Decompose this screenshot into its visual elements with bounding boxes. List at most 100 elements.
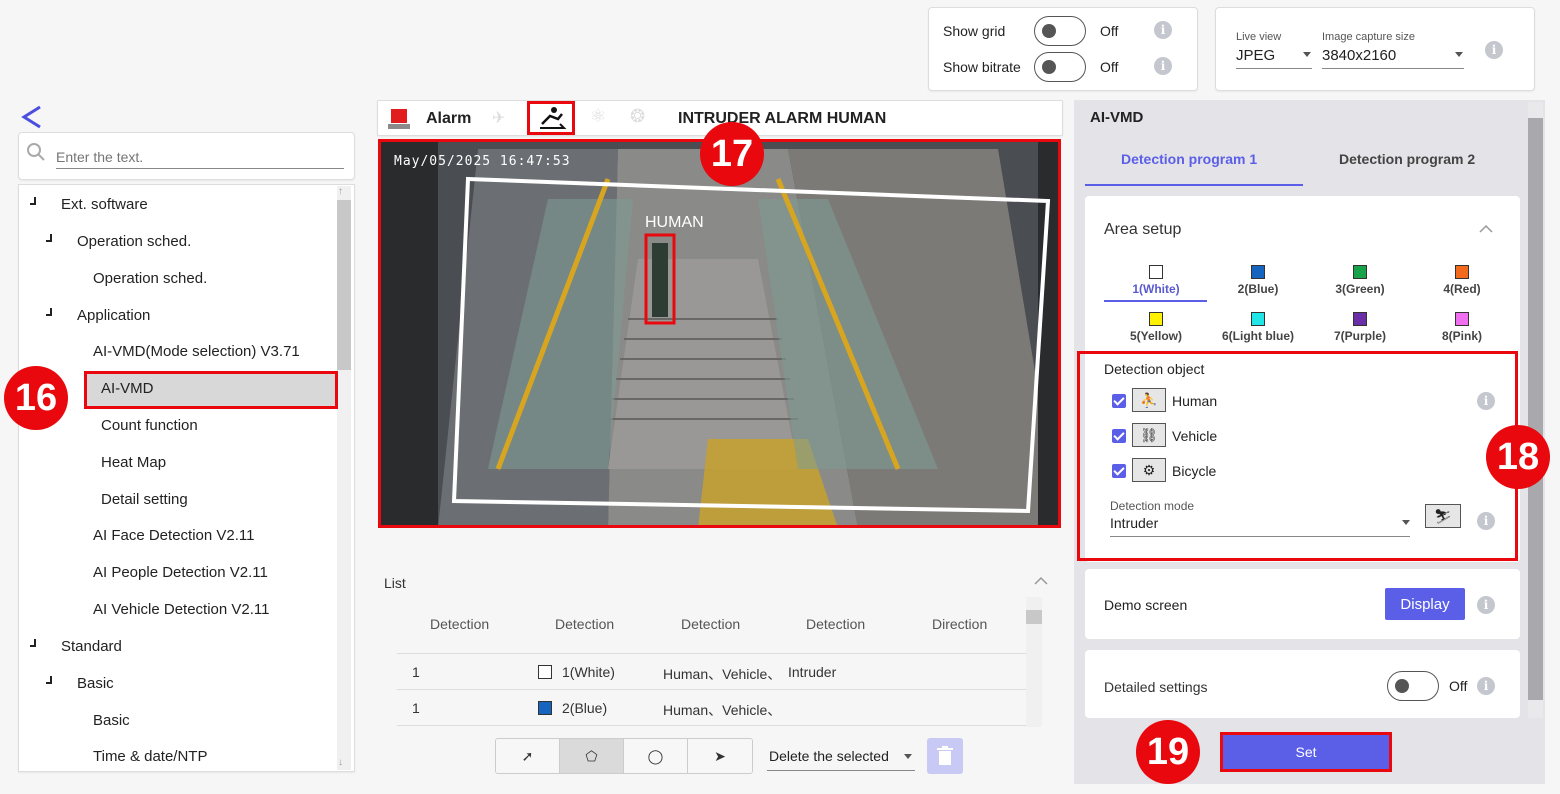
alarm-light-icon <box>387 108 411 130</box>
intruder-faded-icon: ✈ <box>492 110 506 127</box>
polygon-tool-icon[interactable]: ⬠ <box>560 739 624 773</box>
walk-faded-icon: ❂ <box>630 106 646 126</box>
sidebar-item-ai-vmd-mode[interactable]: AI-VMD(Mode selection) V3.71 <box>93 343 300 360</box>
column-header: Detection <box>430 616 490 632</box>
bicycle-faded-icon: ⚛ <box>590 106 607 126</box>
row-number: 1 <box>412 664 420 680</box>
area-label[interactable]: 1(White) <box>1111 282 1201 296</box>
area-label[interactable]: 8(Pink) <box>1417 329 1507 343</box>
capture-size-label: Image capture size <box>1322 31 1415 43</box>
info-icon[interactable]: i <box>1477 596 1495 614</box>
area-swatch-red[interactable] <box>1455 265 1469 279</box>
capture-size-underline <box>1322 68 1464 69</box>
row-mode: Intruder <box>788 664 837 680</box>
area-swatch-yellow[interactable] <box>1149 312 1163 326</box>
intruder-active-icon <box>527 101 575 135</box>
detailed-settings-label: Detailed settings <box>1104 679 1208 695</box>
area-swatch-green[interactable] <box>1353 265 1367 279</box>
area-swatch-purple[interactable] <box>1353 312 1367 326</box>
show-bitrate-state: Off <box>1100 59 1119 75</box>
area-label[interactable]: 3(Green) <box>1315 282 1405 296</box>
area-swatch-white[interactable] <box>1149 265 1163 279</box>
area-label[interactable]: 5(Yellow) <box>1111 329 1201 343</box>
column-header: Detection <box>555 616 615 632</box>
info-icon[interactable]: i <box>1154 57 1172 75</box>
column-header: Direction <box>932 616 988 632</box>
sidebar-item-ext-software[interactable]: Ext. software <box>61 196 148 213</box>
area-color-swatch <box>538 701 552 715</box>
sidebar-scroll-thumb[interactable] <box>337 200 351 370</box>
area-swatch-pink[interactable] <box>1455 312 1469 326</box>
chevron-up-icon[interactable] <box>1478 222 1494 236</box>
area-label[interactable]: 4(Red) <box>1417 282 1507 296</box>
detailed-settings-state: Off <box>1449 678 1468 694</box>
row-area: 1(White) <box>562 664 615 680</box>
sidebar-item-operation-sched-group[interactable]: Operation sched. <box>77 233 191 250</box>
sidebar-item-time-date[interactable]: Time & date/NTP <box>93 748 207 765</box>
sidebar-item-heat-map[interactable]: Heat Map <box>101 454 166 471</box>
area-swatch-light-blue[interactable] <box>1251 312 1265 326</box>
collapse-icon[interactable] <box>30 639 36 647</box>
sidebar-item-standard[interactable]: Standard <box>61 638 122 655</box>
sidebar-item-application[interactable]: Application <box>77 307 150 324</box>
collapse-icon[interactable] <box>46 676 52 684</box>
column-header: Detection <box>681 616 741 632</box>
chevron-up-icon[interactable] <box>1033 574 1049 588</box>
row-objects: Human、Vehicle、 <box>663 666 782 682</box>
trash-icon[interactable] <box>927 738 963 774</box>
show-bitrate-label: Show bitrate <box>943 59 1021 75</box>
alarm-text: INTRUDER ALARM HUMAN <box>678 110 887 127</box>
sidebar-item-ai-face[interactable]: AI Face Detection V2.11 <box>93 527 254 544</box>
area-color-swatch <box>538 665 552 679</box>
area-label[interactable]: 6(Light blue) <box>1213 329 1303 343</box>
row-objects: Human、Vehicle、 <box>663 702 782 718</box>
capture-size-select[interactable]: 3840x2160 <box>1322 47 1396 64</box>
sidebar-item-ai-vehicle[interactable]: AI Vehicle Detection V2.11 <box>93 601 270 618</box>
search-icon <box>26 142 46 162</box>
collapse-icon[interactable] <box>46 234 52 242</box>
scroll-up-icon[interactable]: ↑ <box>338 186 343 197</box>
sidebar-item-basic[interactable]: Basic <box>93 712 130 729</box>
divider <box>397 725 1026 726</box>
tab-detection-program-2[interactable]: Detection program 2 <box>1339 151 1475 167</box>
live-view-select[interactable]: JPEG <box>1236 47 1275 64</box>
highlight-box <box>84 371 338 409</box>
collapse-icon[interactable] <box>46 308 52 316</box>
mask-tool-icon[interactable]: ◯ <box>624 739 688 773</box>
area-swatch-blue[interactable] <box>1251 265 1265 279</box>
chevron-down-icon <box>1455 52 1463 57</box>
search-input[interactable] <box>56 145 344 169</box>
delete-selected-dropdown[interactable]: Delete the selected <box>769 748 889 764</box>
display-button[interactable]: Display <box>1385 588 1465 620</box>
collapse-icon[interactable] <box>30 197 36 205</box>
show-grid-toggle[interactable] <box>1034 16 1086 46</box>
demo-screen-label: Demo screen <box>1104 597 1188 613</box>
pointer-tool-icon[interactable]: ➤ <box>688 739 752 773</box>
back-arrow-icon[interactable] <box>18 104 46 130</box>
callout-badge: 17 <box>700 122 764 186</box>
show-bitrate-toggle[interactable] <box>1034 52 1086 82</box>
area-label[interactable]: 7(Purple) <box>1315 329 1405 343</box>
info-icon[interactable]: i <box>1477 677 1495 695</box>
sidebar-item-count-function[interactable]: Count function <box>101 417 198 434</box>
sidebar-item-ai-people[interactable]: AI People Detection V2.11 <box>93 564 268 581</box>
info-icon[interactable]: i <box>1154 21 1172 39</box>
callout-badge: 18 <box>1486 425 1550 489</box>
line-tool-icon[interactable]: ➚ <box>496 739 560 773</box>
show-grid-label: Show grid <box>943 23 1006 39</box>
panel-scroll-thumb[interactable] <box>1528 118 1543 700</box>
list-scroll-thumb[interactable] <box>1026 610 1042 624</box>
tab-detection-program-1[interactable]: Detection program 1 <box>1121 151 1257 167</box>
scroll-down-icon[interactable]: ↓ <box>338 757 343 768</box>
row-number: 1 <box>412 700 420 716</box>
highlight-box <box>1077 351 1518 561</box>
area-label[interactable]: 2(Blue) <box>1213 282 1303 296</box>
callout-badge: 19 <box>1136 720 1200 784</box>
info-icon[interactable]: i <box>1485 41 1503 59</box>
sidebar-item-operation-sched[interactable]: Operation sched. <box>93 270 207 287</box>
alarm-label: Alarm <box>426 110 472 127</box>
detailed-settings-toggle[interactable] <box>1387 671 1439 701</box>
set-button[interactable]: Set <box>1220 732 1392 772</box>
sidebar-item-detail-setting[interactable]: Detail setting <box>101 491 188 508</box>
sidebar-item-basic-group[interactable]: Basic <box>77 675 114 692</box>
